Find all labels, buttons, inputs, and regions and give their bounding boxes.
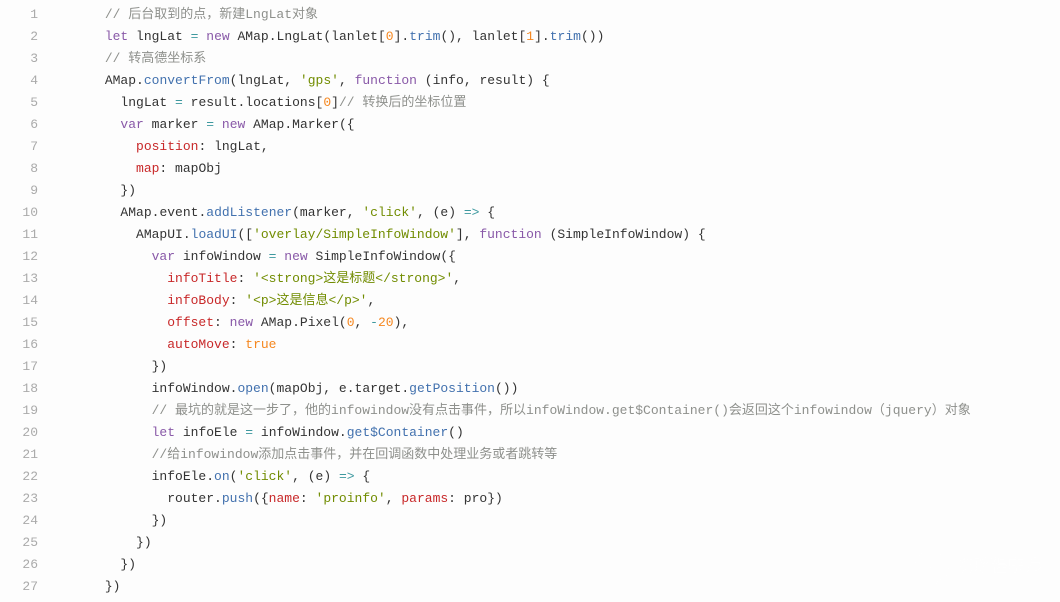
code-line: let infoEle = infoWindow.get$Container(): [58, 422, 1060, 444]
code-line: // 最坑的就是这一步了，他的infowindow没有点击事件，所以infoWi…: [58, 400, 1060, 422]
line-number: 2: [0, 26, 38, 48]
line-number-gutter: 1234567891011121314151617181920212223242…: [0, 0, 50, 602]
code-block: 1234567891011121314151617181920212223242…: [0, 0, 1060, 602]
line-number: 9: [0, 180, 38, 202]
code-line: }): [58, 532, 1060, 554]
code-line: lngLat = result.locations[0]// 转换后的坐标位置: [58, 92, 1060, 114]
code-line: infoBody: '<p>这是信息</p>',: [58, 290, 1060, 312]
code-line: AMap.convertFrom(lngLat, 'gps', function…: [58, 70, 1060, 92]
code-line: autoMove: true: [58, 334, 1060, 356]
line-number: 13: [0, 268, 38, 290]
code-line: }): [58, 554, 1060, 576]
code-line: }): [58, 576, 1060, 598]
line-number: 22: [0, 466, 38, 488]
line-number: 19: [0, 400, 38, 422]
code-line: AMapUI.loadUI(['overlay/SimpleInfoWindow…: [58, 224, 1060, 246]
code-line: // 后台取到的点，新建LngLat对象: [58, 4, 1060, 26]
code-line: var infoWindow = new SimpleInfoWindow({: [58, 246, 1060, 268]
line-number: 3: [0, 48, 38, 70]
code-line: infoTitle: '<strong>这是标题</strong>',: [58, 268, 1060, 290]
line-number: 16: [0, 334, 38, 356]
code-line: //给infowindow添加点击事件，并在回调函数中处理业务或者跳转等: [58, 444, 1060, 466]
code-line: position: lngLat,: [58, 136, 1060, 158]
code-line: map: mapObj: [58, 158, 1060, 180]
line-number: 5: [0, 92, 38, 114]
line-number: 11: [0, 224, 38, 246]
code-line: router.push({name: 'proinfo', params: pr…: [58, 488, 1060, 510]
code-line: infoEle.on('click', (e) => {: [58, 466, 1060, 488]
code-line: AMap.event.addListener(marker, 'click', …: [58, 202, 1060, 224]
code-line: let lngLat = new AMap.LngLat(lanlet[0].t…: [58, 26, 1060, 48]
line-number: 18: [0, 378, 38, 400]
line-number: 17: [0, 356, 38, 378]
line-number: 8: [0, 158, 38, 180]
line-number: 24: [0, 510, 38, 532]
line-number: 1: [0, 4, 38, 26]
line-number: 25: [0, 532, 38, 554]
line-number: 21: [0, 444, 38, 466]
code-line: // 转高德坐标系: [58, 48, 1060, 70]
line-number: 20: [0, 422, 38, 444]
line-number: 27: [0, 576, 38, 598]
line-number: 12: [0, 246, 38, 268]
line-number: 14: [0, 290, 38, 312]
code-line: offset: new AMap.Pixel(0, -20),: [58, 312, 1060, 334]
line-number: 23: [0, 488, 38, 510]
line-number: 6: [0, 114, 38, 136]
line-number: 15: [0, 312, 38, 334]
code-line: }): [58, 510, 1060, 532]
line-number: 7: [0, 136, 38, 158]
code-line: }): [58, 356, 1060, 378]
line-number: 4: [0, 70, 38, 92]
code-area[interactable]: // 后台取到的点，新建LngLat对象 let lngLat = new AM…: [50, 0, 1060, 602]
line-number: 10: [0, 202, 38, 224]
code-line: }): [58, 180, 1060, 202]
line-number: 26: [0, 554, 38, 576]
code-line: infoWindow.open(mapObj, e.target.getPosi…: [58, 378, 1060, 400]
code-line: var marker = new AMap.Marker({: [58, 114, 1060, 136]
